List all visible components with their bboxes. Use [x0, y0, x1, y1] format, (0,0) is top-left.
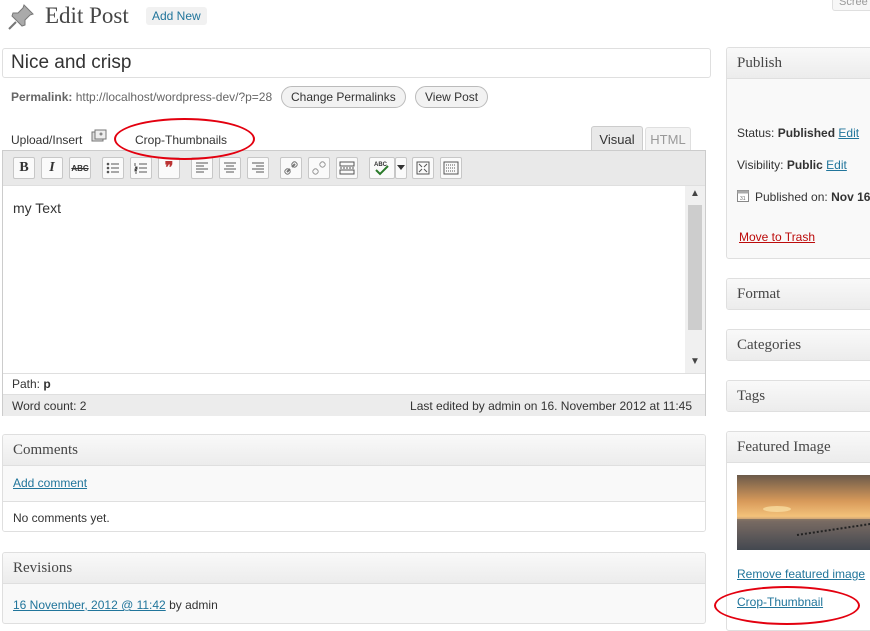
tags-header[interactable]: Tags [727, 381, 870, 411]
chevron-down-icon[interactable] [395, 157, 407, 179]
categories-heading: Categories [737, 337, 802, 353]
page-title: Edit Post [45, 3, 129, 28]
format-box: Format [726, 278, 870, 310]
revision-author: by admin [169, 598, 218, 612]
scroll-down-icon[interactable]: ▼ [685, 356, 705, 370]
revision-item: 16 November, 2012 @ 11:42 by admin [13, 598, 218, 612]
permalink-url: http://localhost/wordpress-dev/?p=28 [75, 90, 273, 104]
format-header[interactable]: Format [727, 279, 870, 309]
align-right-icon[interactable] [247, 157, 269, 179]
svg-text:31: 31 [740, 196, 746, 202]
spellcheck-icon[interactable]: ABC [369, 157, 395, 179]
published-on-value: Nov 16 [831, 190, 870, 204]
change-permalinks-button[interactable]: Change Permalinks [281, 86, 406, 108]
kitchen-sink-icon[interactable] [440, 157, 462, 179]
tags-heading: Tags [737, 388, 766, 404]
edit-status-link[interactable]: Edit [838, 126, 859, 140]
editor-toolbar: B I ABC ❞ ABC [3, 151, 705, 185]
numbered-list-icon[interactable] [130, 157, 152, 179]
align-center-icon[interactable] [219, 157, 241, 179]
post-status-row: Status: Published Edit [737, 126, 859, 140]
categories-box: Categories [726, 329, 870, 361]
last-edited: Last edited by admin on 16. November 201… [410, 399, 692, 413]
editor-content-area[interactable]: my Text [3, 185, 685, 374]
publish-heading: Publish [737, 55, 783, 71]
editor-content-text: my Text [13, 200, 61, 216]
blockquote-icon[interactable]: ❞ [158, 157, 180, 179]
view-post-button[interactable]: View Post [415, 86, 489, 108]
editor-path: Path: p [12, 377, 51, 391]
add-comment-link[interactable]: Add comment [13, 476, 87, 490]
word-count: Word count: 2 [12, 399, 87, 413]
upload-insert-label: Upload/Insert [11, 133, 83, 147]
editor-status-bar: Word count: 2 Last edited by admin on 16… [3, 394, 705, 416]
remove-featured-image-link[interactable]: Remove featured image [737, 567, 865, 581]
move-to-trash-link[interactable]: Move to Trash [739, 230, 815, 244]
italic-button[interactable]: I [41, 157, 63, 179]
strikethrough-button[interactable]: ABC [69, 157, 91, 179]
status-value: Published [777, 126, 836, 140]
editor-scrollbar[interactable]: ▲ ▼ [685, 185, 705, 374]
visibility-row: Visibility: Public Edit [737, 158, 847, 172]
published-on-row: Published on: Nov 16 [755, 190, 870, 204]
comments-heading: Comments [13, 442, 79, 458]
no-comments-text: No comments yet. [13, 511, 110, 525]
annotation-circle-crop-thumbnail [714, 586, 860, 625]
permalink: Permalink: http://localhost/wordpress-de… [11, 90, 272, 104]
visibility-label: Visibility: [737, 158, 784, 172]
path-value[interactable]: p [43, 377, 50, 391]
featured-image-thumbnail[interactable] [737, 475, 870, 550]
link-icon[interactable] [280, 157, 302, 179]
status-label: Status: [737, 126, 775, 140]
screen-options-button[interactable]: Scree [832, 0, 870, 11]
add-media-icon[interactable] [91, 129, 107, 143]
categories-header[interactable]: Categories [727, 330, 870, 360]
editor-path-bar: Path: p [3, 373, 705, 394]
revisions-box: Revisions 16 November, 2012 @ 11:42 by a… [2, 552, 706, 624]
pushpin-icon [8, 4, 34, 30]
annotation-circle-crop-tab [114, 118, 255, 160]
path-label: Path: [12, 377, 41, 391]
add-new-button[interactable]: Add New [146, 7, 207, 25]
revisions-header[interactable]: Revisions [3, 553, 705, 584]
format-heading: Format [737, 286, 781, 302]
featured-image-heading: Featured Image [737, 439, 831, 455]
insert-more-icon[interactable] [336, 157, 358, 179]
revisions-heading: Revisions [13, 560, 73, 576]
publish-header[interactable]: Publish [727, 48, 870, 79]
edit-visibility-link[interactable]: Edit [826, 158, 847, 172]
visibility-value: Public [786, 158, 823, 172]
comments-box: Comments Add comment No comments yet. [2, 434, 706, 532]
unlink-icon[interactable] [308, 157, 330, 179]
permalink-label: Permalink: [11, 90, 73, 104]
tab-html[interactable]: HTML [645, 127, 691, 151]
tags-box: Tags [726, 380, 870, 412]
tab-visual[interactable]: Visual [591, 126, 643, 151]
no-comments-row: No comments yet. [3, 501, 705, 531]
revision-link[interactable]: 16 November, 2012 @ 11:42 [13, 598, 166, 612]
fullscreen-icon[interactable] [412, 157, 434, 179]
comments-header[interactable]: Comments [3, 435, 705, 466]
calendar-icon: 31 [737, 190, 749, 202]
align-left-icon[interactable] [191, 157, 213, 179]
scroll-up-icon[interactable]: ▲ [685, 188, 705, 202]
bold-button[interactable]: B [13, 157, 35, 179]
scrollbar-thumb[interactable] [688, 205, 702, 330]
post-editor: B I ABC ❞ ABC my Text ▲ ▼ Path: p Word c… [2, 150, 706, 416]
bullet-list-icon[interactable] [102, 157, 124, 179]
post-title-input[interactable]: Nice and crisp [2, 48, 711, 78]
featured-image-header[interactable]: Featured Image [727, 432, 870, 463]
published-on-label: Published on: [755, 190, 828, 204]
publish-box: Publish Status: Published Edit Visibilit… [726, 47, 870, 259]
